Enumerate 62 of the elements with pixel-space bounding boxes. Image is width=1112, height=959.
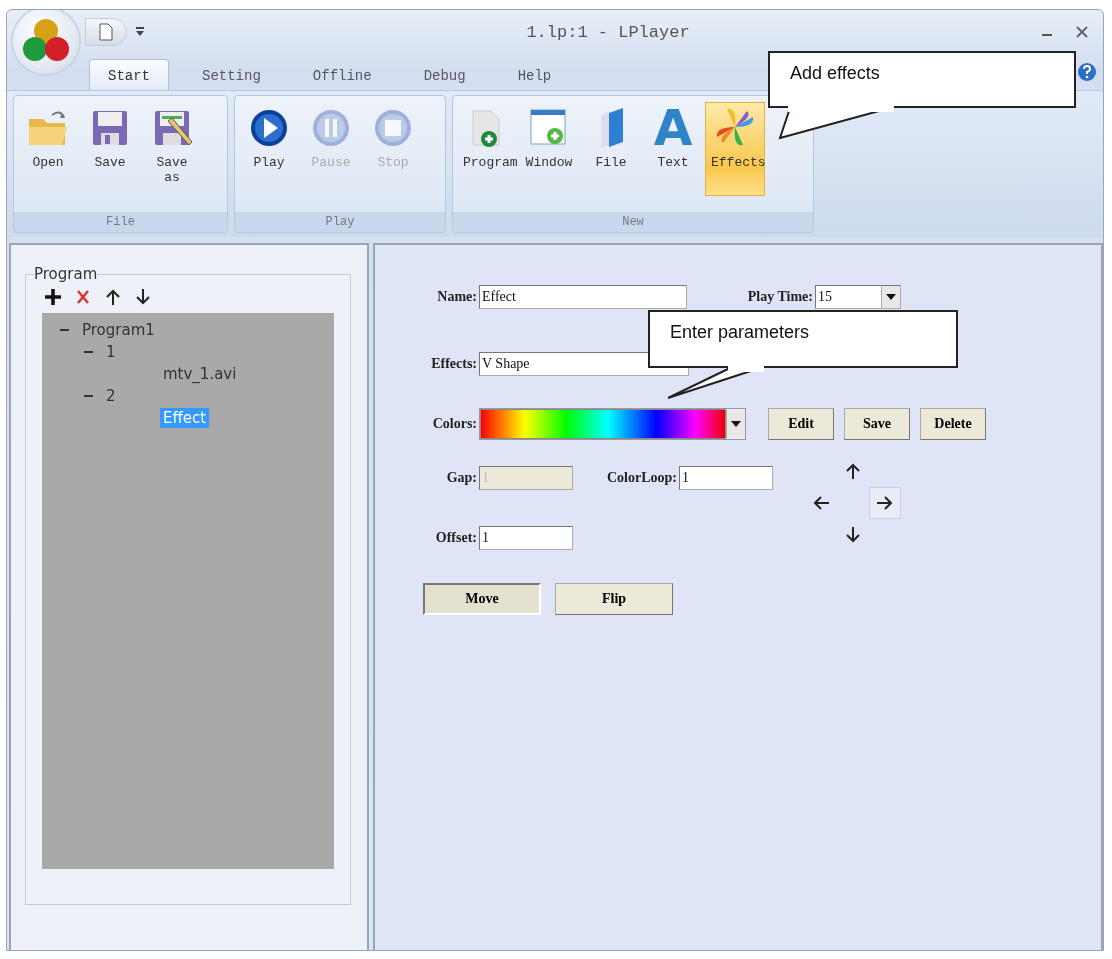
arrow-down-icon: [844, 526, 862, 544]
ribbon-button[interactable]: Play: [239, 102, 299, 196]
field-label: Play Time:: [746, 289, 814, 305]
delete-button[interactable]: [74, 288, 92, 306]
ribbon-button[interactable]: Effects: [705, 102, 765, 196]
ribbon-tab[interactable]: Offline: [293, 59, 391, 90]
ribbon-button[interactable]: Window: [519, 102, 579, 196]
close-icon[interactable]: [1075, 25, 1089, 39]
ribbon-tab[interactable]: Start: [89, 59, 169, 90]
field-label: Colors:: [431, 416, 478, 432]
tree-item[interactable]: Program1: [79, 320, 158, 340]
add-icon: [44, 288, 62, 306]
tree-item[interactable]: 1: [103, 342, 119, 362]
move-down-icon: [134, 288, 152, 306]
quick-access-dropdown-icon: [135, 26, 145, 38]
direction-button[interactable]: [869, 487, 901, 519]
action-button[interactable]: Delete: [920, 408, 986, 440]
add-button[interactable]: [44, 288, 62, 306]
action-button[interactable]: Edit: [768, 408, 834, 440]
field-label: Gap:: [445, 470, 478, 486]
field-label: Effects:: [430, 356, 478, 372]
app-orb-button[interactable]: [13, 10, 79, 74]
tree-item[interactable]: 2: [103, 386, 119, 406]
text-field[interactable]: Effect: [479, 285, 687, 309]
ribbon-button[interactable]: A Text: [643, 102, 703, 196]
letter-a-icon: A: [653, 105, 693, 151]
field-label: Offset:: [434, 530, 478, 546]
ribbon-group-label: Play: [235, 212, 445, 232]
arrow-up-icon: [844, 462, 862, 480]
dropdown[interactable]: 15: [815, 285, 901, 309]
ribbon-button[interactable]: Save: [80, 102, 140, 196]
document-icon: [99, 23, 113, 41]
arrow-left-icon: [812, 494, 830, 512]
field-label: ColorLoop:: [606, 470, 678, 486]
dropdown-arrow-icon: [731, 421, 741, 427]
new-document-button[interactable]: [85, 18, 127, 46]
move-up-button[interactable]: [104, 288, 122, 306]
ribbon-tab[interactable]: Debug: [404, 59, 485, 90]
arrow-right-icon: [876, 494, 894, 512]
ribbon-button[interactable]: Program: [457, 102, 517, 196]
text-field[interactable]: 1: [679, 466, 773, 490]
ribbon-button[interactable]: File: [581, 102, 641, 196]
window-title: 1.lp:1 - LPlayer: [525, 22, 691, 42]
ribbon-group-label: New: [453, 212, 813, 232]
delete-icon: [74, 288, 92, 306]
help-icon[interactable]: [1077, 62, 1097, 82]
move-up-icon: [104, 288, 122, 306]
move-down-button[interactable]: [134, 288, 152, 306]
tree-item[interactable]: mtv_1.avi: [160, 364, 240, 384]
ribbon-button[interactable]: Save as: [142, 102, 202, 196]
mode-button[interactable]: Flip: [555, 583, 673, 615]
ribbon-tab[interactable]: Help: [498, 59, 571, 90]
mode-button[interactable]: Move: [423, 583, 541, 615]
text-field[interactable]: 1: [479, 526, 573, 550]
ribbon-tab[interactable]: Setting: [183, 59, 280, 90]
action-button[interactable]: Save: [844, 408, 910, 440]
field-label: Name:: [436, 289, 478, 305]
group-title: Program: [34, 265, 98, 283]
dropdown-arrow-icon: [886, 294, 896, 300]
ribbon-group-label: File: [14, 212, 227, 232]
ribbon-button[interactable]: Open: [18, 102, 78, 196]
color-gradient-dropdown[interactable]: [479, 408, 746, 440]
